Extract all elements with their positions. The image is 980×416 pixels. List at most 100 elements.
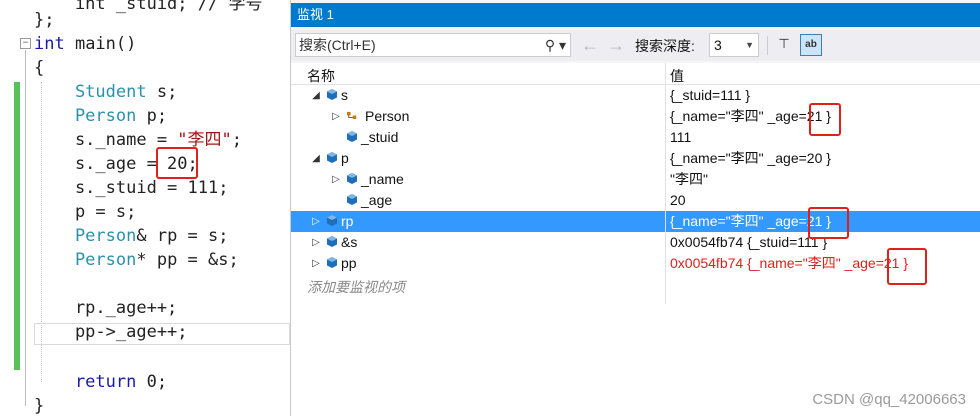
code-token: Person <box>34 226 137 246</box>
code-line: s._stuid = 111; <box>34 176 229 200</box>
pp-age-highlight-box <box>887 248 927 285</box>
code-token: pp->_age++; <box>34 322 188 342</box>
class-object-icon <box>327 215 337 226</box>
code-token: p; <box>136 106 168 126</box>
hex-display-icon[interactable]: ab <box>800 34 822 56</box>
code-token: return <box>34 372 147 392</box>
watermark: CSDN @qq_42006663 <box>812 391 966 408</box>
watch-row-value[interactable]: 0x0054fb74 {_name="李四" _age=21 } <box>670 253 908 274</box>
field-icon <box>347 194 357 205</box>
chevron-down-icon: ▼ <box>745 40 754 50</box>
watch-row[interactable]: ◢ p {_name="李四" _age=20 } <box>291 148 980 169</box>
code-line: Student s; <box>34 80 177 104</box>
code-line: rp._age++; <box>34 296 177 320</box>
search-input[interactable]: 搜索(Ctrl+E) ⚲ ▾ <box>295 33 571 57</box>
pin-icon[interactable]: ⊤ <box>773 34 795 56</box>
code-line: int main() <box>34 32 136 56</box>
code-editor[interactable]: − int _stuid; // 学号}; int main(){ Student… <box>0 0 290 416</box>
watch-row-name[interactable]: pp <box>341 253 357 274</box>
base-class-icon <box>347 111 357 120</box>
code-token: int <box>34 34 75 54</box>
watch-window-title[interactable]: 监视 1 <box>291 3 980 27</box>
watch-row-name[interactable]: &s <box>341 232 357 253</box>
age-literal-highlight-box <box>156 147 198 179</box>
expand-icon[interactable]: ▷ <box>311 211 321 232</box>
watch-row[interactable]: _age 20 <box>291 190 980 211</box>
add-watch-item[interactable]: 添加要监视的项 <box>307 277 405 297</box>
code-token: * pp = &s; <box>136 250 239 270</box>
modified-lines-marker <box>14 82 20 370</box>
search-next-icon[interactable]: → <box>607 35 625 55</box>
person-age-highlight-box <box>809 103 841 136</box>
code-token: rp._age++; <box>34 298 178 318</box>
code-token: }; <box>34 10 55 30</box>
toolbar-separator <box>767 36 768 55</box>
column-header-value[interactable]: 值 <box>670 66 684 86</box>
code-token: p = s; <box>34 202 137 222</box>
watch-row[interactable]: ▷ rp {_name="李四" _age=21 } <box>291 211 980 232</box>
search-icon[interactable]: ⚲ ▾ <box>545 34 566 56</box>
column-divider[interactable] <box>665 63 666 304</box>
watch-row-name[interactable]: p <box>341 148 349 169</box>
code-line: p = s; <box>34 200 136 224</box>
watch-row-name[interactable]: _stuid <box>361 127 398 148</box>
search-placeholder: 搜索(Ctrl+E) <box>299 37 376 53</box>
code-line: return 0; <box>34 370 167 394</box>
code-token: Person <box>34 106 137 126</box>
code-token: 0; <box>146 372 168 392</box>
watch-row-name[interactable]: _name <box>361 169 404 190</box>
watch-row-value[interactable]: 20 <box>670 190 686 211</box>
fold-guide <box>25 50 26 406</box>
rp-age-highlight-box <box>808 207 849 239</box>
class-object-icon <box>327 89 337 100</box>
watch-row[interactable]: ▷ _name "李四" <box>291 169 980 190</box>
search-previous-icon[interactable]: ← <box>581 35 599 55</box>
watch-row[interactable]: ◢ s {_stuid=111 } <box>291 85 980 106</box>
code-line: } <box>34 394 44 416</box>
search-depth-select[interactable]: 3 ▼ <box>709 33 759 57</box>
code-line: { <box>34 56 44 80</box>
code-line: Person p; <box>34 104 167 128</box>
collapse-icon[interactable]: ◢ <box>311 85 321 106</box>
search-depth-value: 3 <box>714 37 722 53</box>
watch-row-value[interactable]: {_stuid=111 } <box>670 85 750 106</box>
watch-row[interactable]: ▷ &s 0x0054fb74 {_stuid=111 } <box>291 232 980 253</box>
collapse-main-icon[interactable]: − <box>20 38 31 49</box>
code-line: }; <box>34 8 54 32</box>
watch-row-name[interactable]: rp <box>341 211 353 232</box>
field-icon <box>347 173 357 184</box>
code-line: pp->_age++; <box>34 320 188 344</box>
watch-row-value[interactable]: {_name="李四" _age=21 } <box>670 106 831 127</box>
search-depth-label: 搜索深度: <box>635 38 695 54</box>
watch-row-name[interactable]: s <box>341 85 348 106</box>
watch-row-value[interactable]: 111 <box>670 127 691 148</box>
class-object-icon <box>327 257 337 268</box>
class-object-icon <box>327 236 337 247</box>
watch-row[interactable]: _stuid 111 <box>291 127 980 148</box>
watch-window: 监视 1 搜索(Ctrl+E) ⚲ ▾ ← → 搜索深度: 3 ▼ ⊤ ab 名… <box>290 0 980 416</box>
expand-icon[interactable]: ▷ <box>311 253 321 274</box>
field-icon <box>347 131 357 142</box>
watch-row-value[interactable]: {_name="李四" _age=21 } <box>670 211 831 232</box>
expand-icon[interactable]: ▷ <box>331 169 341 190</box>
watch-row-value[interactable]: 0x0054fb74 {_stuid=111 } <box>670 232 827 253</box>
code-line: int _stuid; // 学号 <box>34 0 263 16</box>
watch-grid-header: 名称 值 <box>291 63 980 85</box>
watch-row-name[interactable]: _age <box>361 190 392 211</box>
watch-row-value[interactable]: {_name="李四" _age=20 } <box>670 148 831 169</box>
watch-row-value[interactable]: "李四" <box>670 169 708 190</box>
code-line: Person* pp = &s; <box>34 248 239 272</box>
code-token: s; <box>146 82 178 102</box>
code-line: Person& rp = s; <box>34 224 229 248</box>
column-header-name[interactable]: 名称 <box>307 66 335 86</box>
code-token: { <box>34 58 45 78</box>
code-token: main() <box>74 34 137 54</box>
watch-row[interactable]: ▷ Person {_name="李四" _age=21 } <box>291 106 980 127</box>
collapse-icon[interactable]: ◢ <box>311 148 321 169</box>
code-token: & rp = s; <box>136 226 229 246</box>
expand-icon[interactable]: ▷ <box>331 106 341 127</box>
watch-row-name[interactable]: Person <box>365 106 409 127</box>
watch-row[interactable]: ▷ pp 0x0054fb74 {_name="李四" _age=21 } <box>291 253 980 274</box>
watch-grid: 名称 值 ◢ s {_stuid=111 } ▷ Person {_name="李四" _… <box>291 63 980 416</box>
expand-icon[interactable]: ▷ <box>311 232 321 253</box>
